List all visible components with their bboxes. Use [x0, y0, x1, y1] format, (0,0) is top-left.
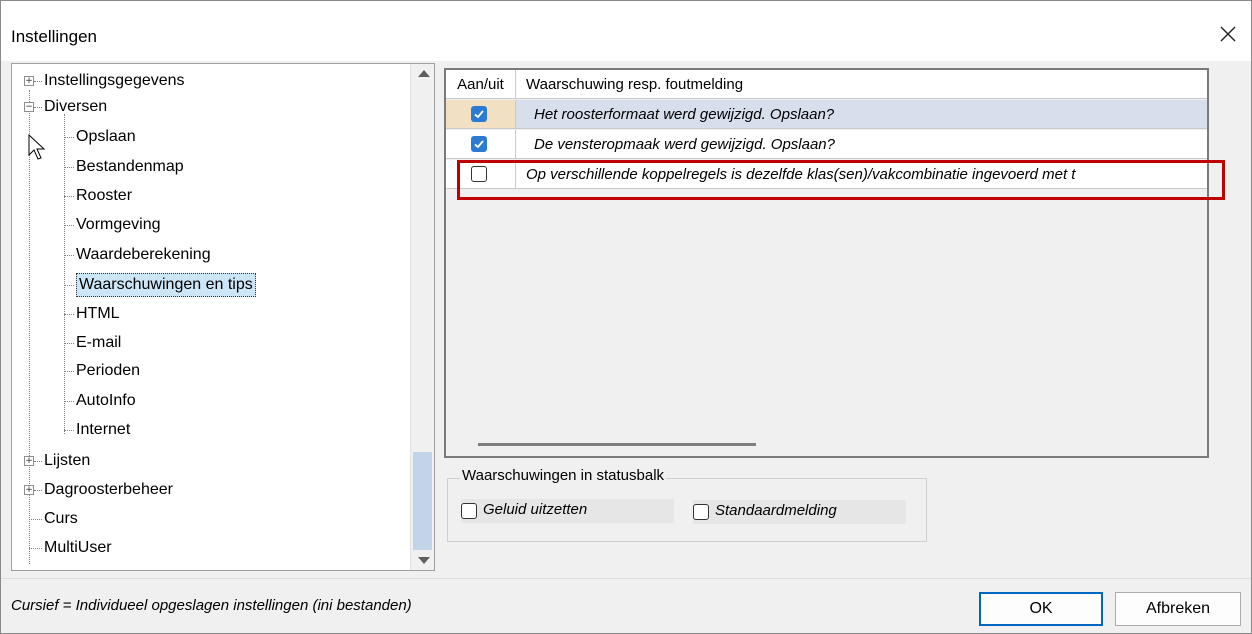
tree-item-label: Perioden	[76, 362, 141, 379]
ok-button[interactable]: OK	[979, 592, 1103, 626]
column-header-onoff[interactable]: Aan/uit	[446, 70, 516, 99]
expand-icon[interactable]: +	[24, 456, 34, 466]
scroll-up-icon[interactable]	[418, 70, 430, 77]
settings-tree[interactable]: + Instellingsgegevens − Diversen Opslaan…	[11, 63, 435, 571]
tree-connector	[64, 137, 74, 138]
tree-connector	[29, 519, 42, 520]
scrollbar-thumb[interactable]	[413, 452, 432, 550]
tree-scrollbar[interactable]	[410, 64, 434, 570]
tree-connector	[34, 81, 42, 82]
tree-connector	[64, 255, 74, 256]
row-message[interactable]: Het roosterformaat werd gewijzigd. Opsla…	[516, 100, 1207, 129]
expand-icon[interactable]: +	[24, 485, 34, 495]
checkbox-label: Standaardmelding	[715, 502, 837, 519]
title-bar: Instellingen	[1, 1, 1251, 61]
default-message-checkbox[interactable]: Standaardmelding	[693, 500, 906, 524]
tree-guide-line	[64, 114, 65, 434]
tree-item-label: Bestandenmap	[76, 158, 184, 175]
tree-item-label: AutoInfo	[76, 392, 136, 409]
tree-connector	[64, 167, 74, 168]
tree-item-label: E-mail	[76, 334, 122, 351]
row-message[interactable]: De vensteropmaak werd gewijzigd. Opslaan…	[516, 130, 1207, 159]
warnings-grid[interactable]: Aan/uit Waarschuwing resp. foutmelding H…	[444, 68, 1209, 458]
tree-item-label: Lijsten	[44, 452, 91, 469]
tree-item-label: MultiUser	[44, 539, 112, 556]
highlight-annotation	[457, 160, 1225, 200]
column-header-message[interactable]: Waarschuwing resp. foutmelding	[516, 70, 1207, 99]
collapse-icon[interactable]: −	[24, 102, 34, 112]
tree-connector	[34, 490, 42, 491]
close-icon	[1220, 26, 1236, 42]
checkbox-label: Geluid uitzetten	[483, 501, 588, 518]
footer-note: Cursief = Individueel opgeslagen instell…	[11, 597, 412, 614]
check-icon	[474, 140, 484, 149]
tree-connector	[64, 401, 74, 402]
tree-item-label: Waardeberekening	[76, 246, 211, 263]
tree-connector	[64, 285, 74, 286]
tree-connector	[34, 461, 42, 462]
tree-connector	[64, 430, 74, 431]
checkbox-unchecked[interactable]	[693, 504, 709, 520]
close-button[interactable]	[1209, 17, 1245, 49]
dialog-title: Instellingen	[11, 27, 98, 46]
tree-item-label: Internet	[76, 421, 131, 438]
tree-item-label: Diversen	[44, 98, 108, 115]
statusbar-warnings-group: Waarschuwingen in statusbalk Geluid uitz…	[447, 467, 927, 542]
tree-item-label: Curs	[44, 510, 78, 527]
checkbox-unchecked[interactable]	[461, 503, 477, 519]
grid-body: Aan/uit Waarschuwing resp. foutmelding H…	[446, 70, 1207, 456]
tree-connector	[64, 371, 74, 372]
tree-item-label: Dagroosterbeheer	[44, 481, 173, 498]
expand-icon[interactable]: +	[24, 76, 34, 86]
checkbox-checked[interactable]	[471, 106, 487, 122]
row-checkbox-cell[interactable]	[446, 130, 516, 159]
tree-item-label: Vormgeving	[76, 216, 161, 233]
tree-item-label: Instellingsgegevens	[44, 72, 185, 89]
mute-sound-checkbox[interactable]: Geluid uitzetten	[461, 499, 674, 523]
scroll-down-icon[interactable]	[418, 557, 430, 564]
tree-item-label-selected: Waarschuwingen en tips	[76, 273, 256, 297]
tree-connector	[64, 343, 74, 344]
tree-connector	[29, 548, 42, 549]
group-legend: Waarschuwingen in statusbalk	[460, 467, 667, 484]
tree-connector	[64, 314, 74, 315]
tree-connector	[34, 107, 42, 108]
tree-connector	[64, 196, 74, 197]
checkbox-checked[interactable]	[471, 136, 487, 152]
tree-item-label: HTML	[76, 305, 120, 322]
tree-item-label: Opslaan	[76, 128, 136, 145]
horizontal-scrollbar-thumb[interactable]	[478, 443, 756, 446]
mouse-pointer-icon	[28, 134, 46, 160]
check-icon	[474, 110, 484, 119]
row-checkbox-cell[interactable]	[446, 100, 516, 129]
tree-item-label: Rooster	[76, 187, 133, 204]
tree-connector	[64, 225, 74, 226]
cancel-button[interactable]: Afbreken	[1115, 592, 1241, 626]
settings-dialog: Instellingen + Instellingsgegevens − Div…	[0, 0, 1252, 634]
footer-divider	[1, 578, 1251, 579]
